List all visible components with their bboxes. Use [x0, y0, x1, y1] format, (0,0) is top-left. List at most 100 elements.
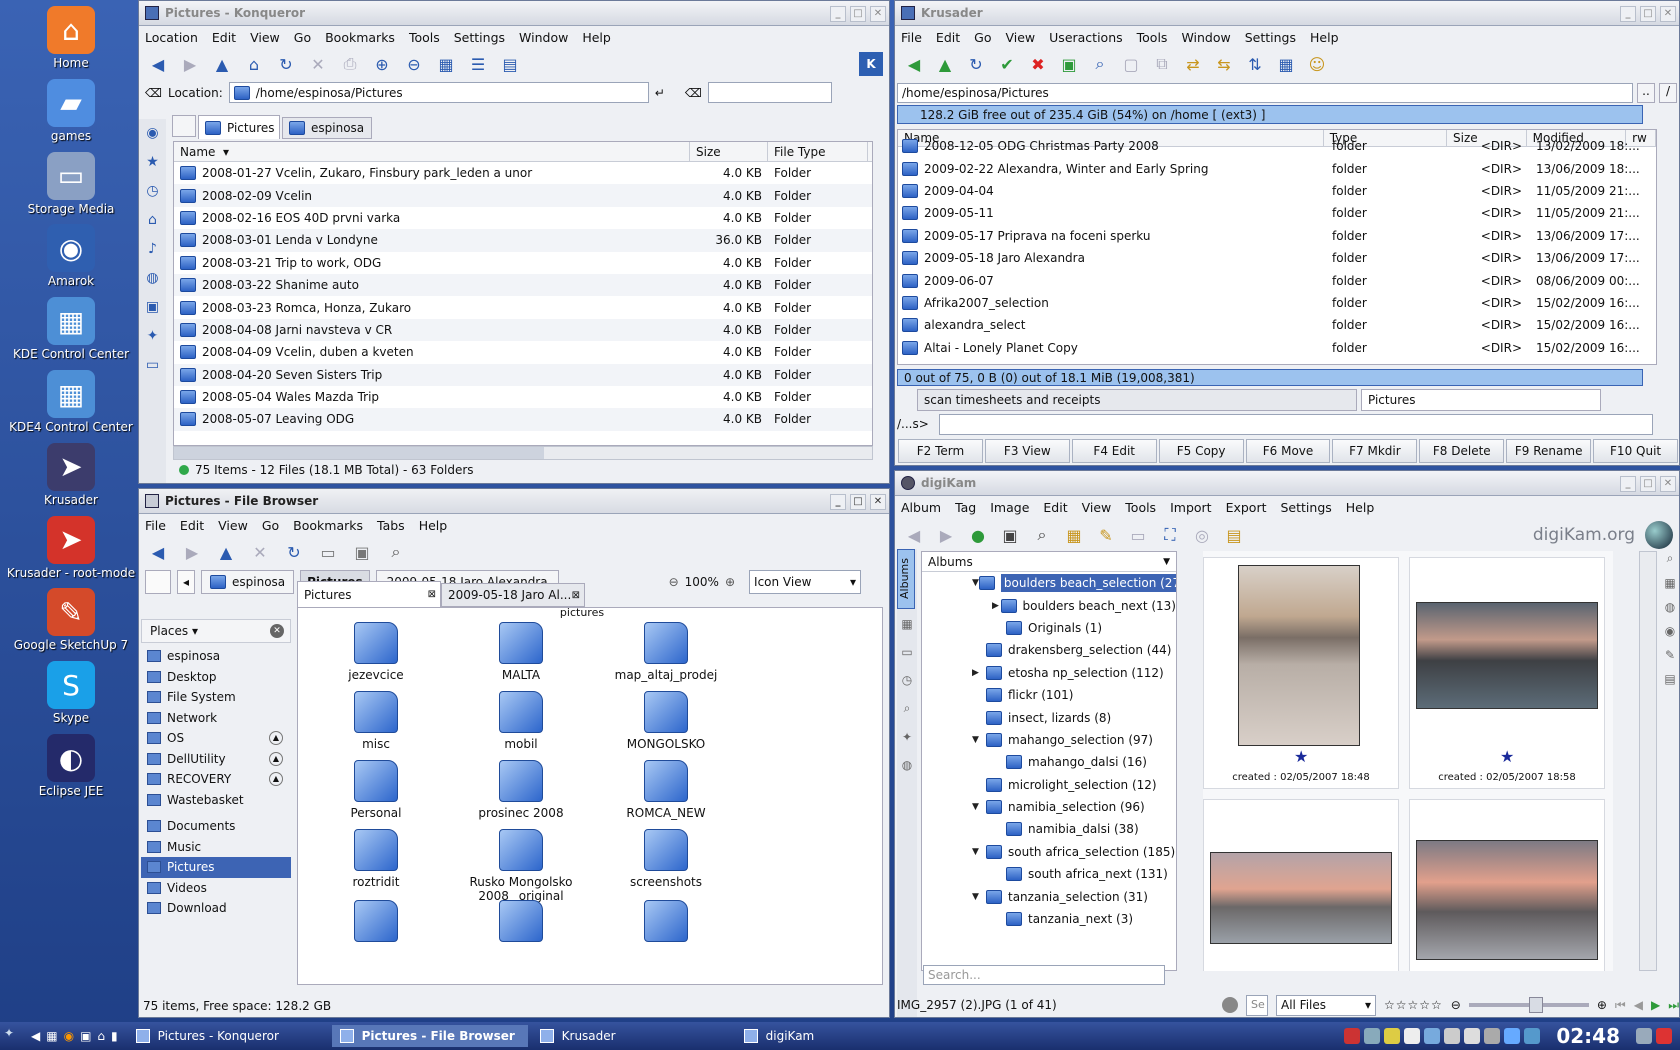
tray-icon[interactable]: [1404, 1028, 1421, 1044]
album-search-input[interactable]: Search...: [923, 965, 1165, 985]
place-desktop[interactable]: Desktop: [141, 667, 291, 688]
sidebar-services-icon[interactable]: ◉: [146, 125, 158, 141]
menu-bookmarks[interactable]: Bookmarks: [325, 30, 395, 45]
geolocation-icon[interactable]: ◉: [1665, 624, 1675, 638]
sidebar-home-icon[interactable]: ⌂: [148, 212, 157, 228]
expand-arrow-icon[interactable]: ▼: [972, 847, 986, 857]
desktop-icon-krusader[interactable]: ➤ Krusader: [0, 442, 142, 507]
menu-tag[interactable]: Tag: [955, 500, 976, 515]
forward-icon[interactable]: ▶: [179, 539, 205, 565]
file-row[interactable]: 2009-06-07 folder <DIR> 08/06/2009 00:...: [898, 269, 1656, 291]
fkey-f9-rename[interactable]: F9 Rename: [1506, 439, 1592, 463]
menu-go[interactable]: Go: [294, 30, 311, 45]
menu-edit[interactable]: Edit: [212, 30, 236, 45]
thumbnail-item[interactable]: [1409, 799, 1605, 971]
file-browser-titlebar[interactable]: Pictures - File Browser _ □ ✕: [139, 489, 889, 514]
album-item[interactable]: ▼ mahango_selection (97): [922, 729, 1176, 751]
folder-item[interactable]: prosinec 2008: [451, 760, 591, 820]
network-signal-icon[interactable]: [1504, 1028, 1521, 1044]
next-image-icon[interactable]: ▶: [1651, 998, 1660, 1012]
back-icon[interactable]: ◀: [901, 522, 927, 548]
stop-icon[interactable]: ✕: [247, 539, 273, 565]
place-network[interactable]: Network: [141, 708, 291, 729]
close-button[interactable]: ✕: [1660, 6, 1676, 22]
new-album-icon[interactable]: ●: [965, 522, 991, 548]
album-item[interactable]: mahango_dalsi (16): [922, 751, 1176, 773]
rating-star-icon[interactable]: ★: [1500, 747, 1514, 766]
new-file-icon[interactable]: ▢: [1118, 51, 1144, 77]
fkey-f6-move[interactable]: F6 Move: [1245, 439, 1331, 463]
album-item[interactable]: flickr (101): [922, 684, 1176, 706]
digikam-titlebar[interactable]: digiKam _ □ ✕: [895, 471, 1679, 496]
clipboard-icon[interactable]: [1464, 1028, 1481, 1044]
albums-header[interactable]: Albums ▼: [922, 552, 1176, 572]
fuzzy-search-icon[interactable]: ✦: [902, 730, 912, 744]
close-tab-icon[interactable]: ⊠: [572, 590, 580, 601]
menu-help[interactable]: Help: [419, 518, 448, 533]
quick-launch-icon[interactable]: ▮: [111, 1029, 118, 1043]
album-item[interactable]: namibia_dalsi (38): [922, 818, 1176, 840]
col-size[interactable]: Size: [690, 142, 768, 161]
menu-edit[interactable]: Edit: [936, 30, 960, 45]
task-pictures-file-browser[interactable]: Pictures - File Browser: [331, 1025, 528, 1047]
map-search-icon[interactable]: ◍: [902, 758, 912, 772]
desktop-icon-kde-control-center[interactable]: ▦ KDE Control Center: [0, 297, 142, 361]
icon-view-icon[interactable]: ▦: [433, 51, 459, 77]
path-input[interactable]: /home/espinosa/Pictures: [897, 83, 1633, 103]
file-row[interactable]: 2008-04-09 Vcelin, duben a kveten 4.0 KB F…: [174, 341, 872, 364]
slideshow-icon[interactable]: ◎: [1189, 522, 1215, 548]
properties-icon[interactable]: ⌕: [1667, 551, 1674, 566]
desktop-icon-kde4-control-center[interactable]: ▦ KDE4 Control Center: [0, 370, 142, 434]
file-row[interactable]: Afrika2007_selection folder <DIR> 15/02/200…: [898, 292, 1656, 314]
thumbnail-item[interactable]: [1203, 799, 1399, 971]
zoom-in-icon[interactable]: ⊕: [1597, 998, 1607, 1012]
file-row[interactable]: Altai - Lonely Planet Copy folder <DIR> 15/…: [898, 337, 1656, 359]
search-icon[interactable]: ⌕: [383, 539, 409, 565]
home-folder-icon[interactable]: ▭: [315, 539, 341, 565]
menu-file[interactable]: File: [901, 30, 922, 45]
versions-icon[interactable]: ▤: [1664, 672, 1675, 686]
maximize-button[interactable]: □: [1640, 476, 1656, 492]
firefox-icon[interactable]: ◉: [64, 1029, 74, 1043]
desktop-icon-games[interactable]: ▰ games: [0, 78, 142, 143]
back-icon[interactable]: ◀: [145, 51, 171, 77]
zoom-out-icon[interactable]: ⊖: [401, 51, 427, 77]
detail-view-icon[interactable]: ☰: [465, 51, 491, 77]
forward-icon[interactable]: ▶: [177, 51, 203, 77]
file-row[interactable]: 2008-03-21 Trip to work, ODG 4.0 KB Folder: [174, 251, 872, 274]
tray-icon[interactable]: [1524, 1028, 1541, 1044]
crumb-espinosa[interactable]: espinosa: [201, 570, 295, 594]
album-item[interactable]: microlight_selection (12): [922, 774, 1176, 796]
expand-arrow-icon[interactable]: ▶: [992, 601, 1001, 611]
desktop-icon-storage-media[interactable]: ▭ Storage Media: [0, 151, 142, 216]
lighttable-icon[interactable]: ▭: [1125, 522, 1151, 548]
file-row[interactable]: 2008-02-16 EOS 40D prvni varka 4.0 KB Fold…: [174, 206, 872, 230]
breadcrumb-left-button[interactable]: ◂: [177, 570, 195, 594]
file-row[interactable]: 2008-01-27 Vcelin, Zukaro, Finsbury park…: [174, 162, 872, 185]
tray-icon[interactable]: [1424, 1028, 1441, 1044]
metadata-icon[interactable]: ▦: [1664, 576, 1675, 590]
album-item[interactable]: insect, lizards (8): [922, 706, 1176, 728]
fullscreen-icon[interactable]: ⛶: [1157, 522, 1183, 548]
place-espinosa[interactable]: espinosa: [141, 646, 291, 667]
menu-import[interactable]: Import: [1170, 500, 1212, 515]
menu-settings[interactable]: Settings: [1245, 30, 1296, 45]
colors-icon[interactable]: ◍: [1665, 600, 1675, 614]
root-icon[interactable]: ☺: [1304, 51, 1330, 77]
sync-icon[interactable]: ⇅: [1242, 51, 1268, 77]
folder-item[interactable]: ROMCA_NEW: [596, 760, 736, 820]
minimize-button[interactable]: _: [1620, 6, 1636, 22]
tab-pictures[interactable]: Pictures: [198, 115, 280, 139]
album-item[interactable]: tanzania_next (3): [922, 908, 1176, 930]
desktop-icon-google-sketchup-7[interactable]: ✎ Google SketchUp 7: [0, 588, 142, 652]
network-icon[interactable]: ▦: [1273, 51, 1299, 77]
new-tab-icon[interactable]: [172, 115, 196, 137]
file-row[interactable]: 2009-05-18 Jaro Alexandra folder <DIR> 13/0…: [898, 247, 1656, 269]
menu-useractions[interactable]: Useractions: [1049, 30, 1122, 45]
album-item[interactable]: ▶ boulders beach_next (13): [922, 594, 1176, 616]
sidebar-root-icon[interactable]: ▣: [146, 299, 159, 315]
file-row[interactable]: 2008-02-09 Vcelin 4.0 KB Folder: [174, 184, 872, 207]
folder-item[interactable]: map_altaj_prodej: [596, 622, 736, 682]
zoom-out-icon[interactable]: ⊖: [1451, 998, 1461, 1012]
pack-icon[interactable]: ⇄: [1180, 51, 1206, 77]
